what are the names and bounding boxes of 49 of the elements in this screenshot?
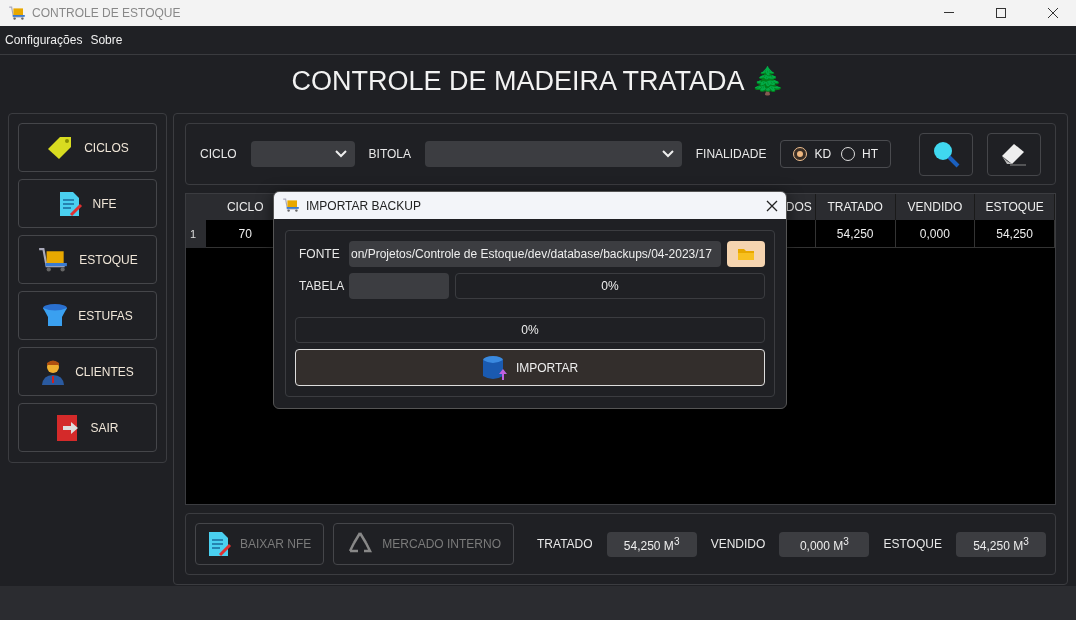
import-button[interactable]: IMPORTAR [295, 349, 765, 386]
dialog-title: IMPORTAR BACKUP [306, 198, 422, 213]
search-icon [932, 140, 961, 168]
bucket-icon [42, 302, 69, 329]
close-button[interactable] [766, 199, 778, 212]
field-label: TABELA [298, 279, 343, 293]
cart-icon [37, 246, 70, 273]
menu-item[interactable]: Configurações [5, 33, 83, 47]
search-button[interactable] [919, 132, 974, 176]
sidebar-button[interactable]: ESTOQUE [18, 235, 157, 284]
menu-item[interactable]: Sobre [90, 33, 123, 47]
chevron-down-icon [661, 150, 674, 158]
row-number: 1 [186, 220, 206, 248]
window-title: CONTROLE DE ESTOQUE [32, 6, 182, 20]
total-label: TRATADO [537, 537, 593, 551]
sidebar-button[interactable]: CLIENTES [18, 347, 157, 396]
chevron-down-icon [334, 150, 347, 158]
table-field[interactable] [349, 273, 449, 299]
table-cell: 0,000 [895, 220, 976, 248]
sidebar-button[interactable]: NFE [18, 179, 157, 228]
document-pen-icon [208, 531, 232, 557]
field-label: FINALIDADE [695, 147, 767, 161]
table-cell: 54,250 [975, 220, 1055, 248]
radio-option[interactable]: HT [841, 147, 879, 161]
clear-button[interactable] [987, 132, 1041, 176]
cart-icon [8, 5, 26, 21]
sidebar-button[interactable]: CICLOS [18, 123, 157, 172]
field-label: CICLO [200, 147, 237, 161]
person-icon [41, 358, 66, 385]
page-heading: CONTROLE DE MADEIRA TRATADA 🌲 [290, 65, 786, 98]
folder-icon [738, 248, 754, 260]
total-label: VENDIDO [710, 537, 766, 551]
total-value: 54,250 M$^{3}$ [955, 531, 1046, 557]
total-value: 0,000 M$^{3}$ [779, 531, 870, 557]
sidebar-button[interactable]: ESTUFAS [18, 291, 157, 340]
database-upload-icon [481, 354, 508, 381]
total-value: 54,250 M$^{3}$ [606, 531, 697, 557]
field-label: BITOLA [368, 147, 412, 161]
total-label: ESTOQUE [883, 537, 942, 551]
document-pen-icon [58, 190, 83, 217]
field-label: FONTE [298, 247, 341, 261]
progress-reading: 0% [601, 279, 619, 293]
cart-icon [282, 198, 300, 213]
table-cell: 54,250 [815, 220, 896, 248]
radio-option[interactable]: KD [793, 147, 832, 161]
eraser-icon [1000, 142, 1029, 166]
path-field[interactable]: on/Projetos/Controle de Estoque/dev/database/backups/04-2023/17 [349, 241, 721, 267]
progress-reading: 0% [521, 323, 539, 337]
sidebar-button[interactable]: SAIR [18, 403, 157, 452]
